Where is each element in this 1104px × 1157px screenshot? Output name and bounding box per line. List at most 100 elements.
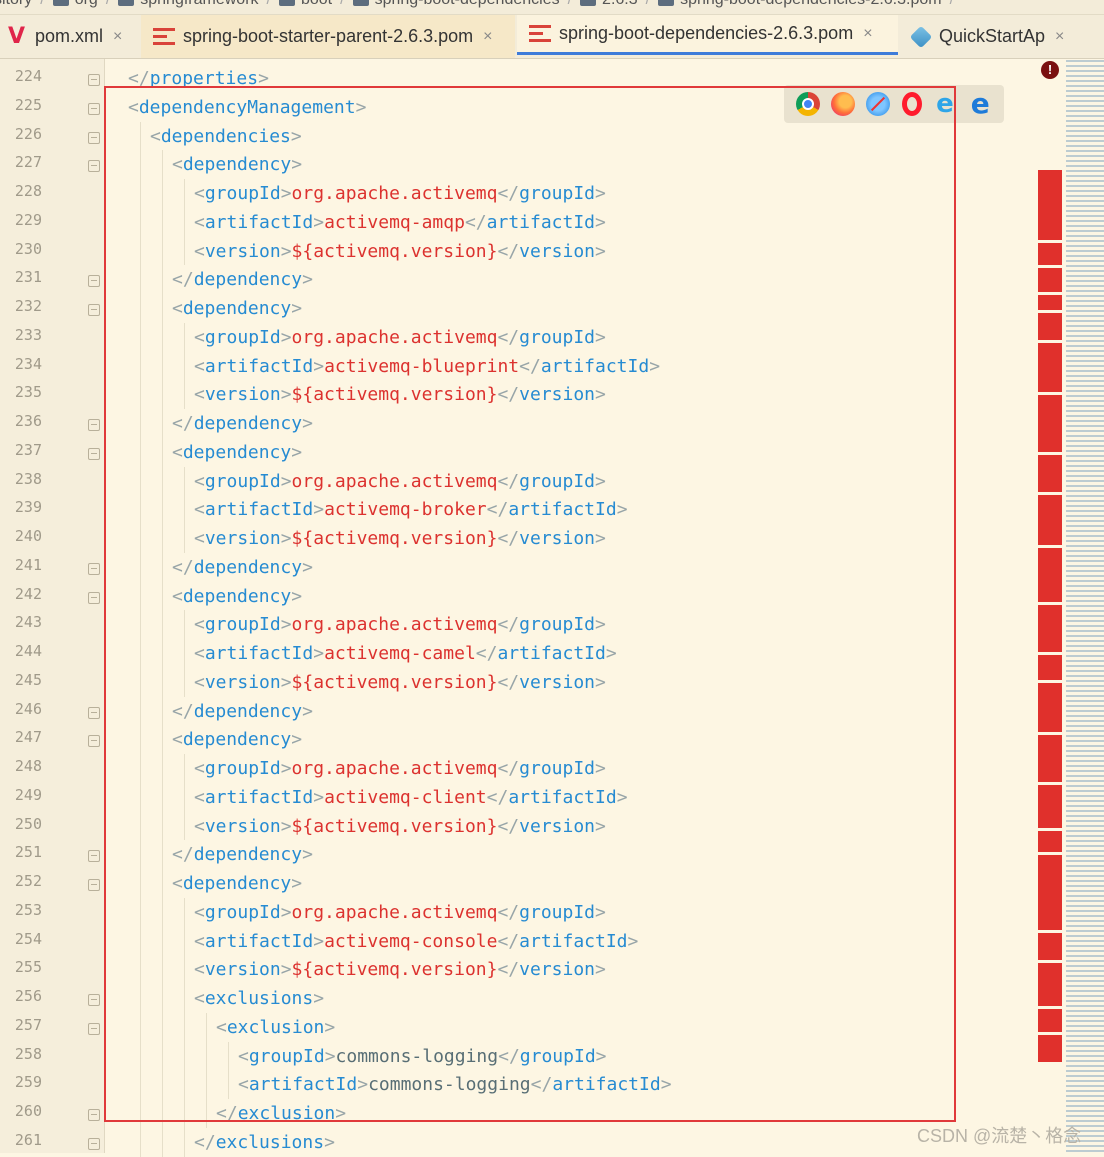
breadcrumb-item[interactable]: boot/ — [278, 0, 345, 8]
fold-icon[interactable] — [88, 275, 100, 288]
tab-label: spring-boot-starter-parent-2.6.3.pom — [183, 26, 474, 46]
line-number: 244 — [14, 642, 42, 660]
code-line: </dependency> — [172, 700, 313, 722]
line-number: 243 — [14, 613, 42, 632]
code-line: </exclusion> — [216, 1103, 347, 1124]
tab-quickstartap[interactable]: QuickStartAp × — [901, 15, 1104, 58]
safari-icon[interactable] — [866, 92, 891, 116]
fold-icon[interactable] — [88, 1022, 100, 1035]
line-number: 256 — [14, 987, 42, 1005]
breadcrumb-label: spring-boot-dependencies-2.6.3.pom — [680, 0, 942, 8]
line-number: 248 — [14, 757, 42, 775]
close-tab-icon[interactable]: × — [113, 28, 122, 46]
breadcrumb-label: boot — [301, 0, 332, 8]
line-number: 235 — [14, 383, 42, 402]
code-line: <version>${activemq.version}</version> — [194, 671, 606, 693]
fold-icon[interactable] — [88, 1137, 100, 1150]
fold-icon[interactable] — [88, 419, 100, 431]
line-number: 259 — [14, 1073, 42, 1092]
fold-icon[interactable] — [88, 591, 100, 604]
line-number: 230 — [14, 239, 42, 258]
close-tab-icon[interactable]: × — [863, 25, 872, 43]
firefox-icon[interactable] — [830, 92, 855, 116]
code-line: </dependency> — [172, 269, 313, 291]
fold-icon[interactable] — [88, 994, 100, 1006]
open-in-browser-bar: e e — [784, 85, 1004, 123]
error-stripe[interactable] — [1038, 170, 1062, 1062]
fold-icon[interactable] — [88, 102, 100, 115]
ie-icon[interactable]: e — [933, 91, 957, 117]
code-line: <groupId>org.apache.activemq</groupId> — [194, 758, 606, 779]
error-marker-icon[interactable]: ! — [1041, 61, 1059, 79]
code-line: <dependency> — [172, 873, 303, 894]
breadcrumb-item[interactable]: spring-boot-dependencies-2.6.3.pom/ — [658, 0, 954, 8]
tab-spring-boot-dependencies[interactable]: spring-boot-dependencies-2.6.3.pom × — [517, 15, 898, 55]
vim-v-icon: V — [8, 24, 26, 49]
code-line: <exclusions> — [194, 988, 325, 1009]
code-editor[interactable]: </properties> <dependencyManagement> <depe… — [128, 59, 1028, 1157]
code-line: <artifactId>activemq-client</artifactId> — [194, 786, 628, 808]
fold-icon[interactable] — [88, 304, 100, 316]
line-number: 238 — [14, 469, 42, 488]
breadcrumb-label: sitory — [0, 0, 32, 8]
code-line: <dependency> — [172, 729, 303, 751]
line-number: 254 — [14, 929, 42, 948]
line-number: 229 — [14, 210, 42, 229]
breadcrumb-item[interactable]: org/ — [52, 0, 110, 8]
line-number: 253 — [14, 900, 42, 919]
code-line: </dependency> — [172, 844, 313, 866]
fold-icon[interactable] — [88, 1109, 100, 1121]
line-number: 249 — [14, 785, 42, 804]
watermark: CSDN @流楚丶格念 — [917, 1126, 1082, 1146]
fold-icon[interactable] — [88, 131, 100, 144]
folder-icon — [278, 0, 295, 6]
line-number: 252 — [14, 872, 42, 890]
fold-icon[interactable] — [88, 735, 100, 748]
line-number: 241 — [14, 555, 42, 574]
code-line: </dependency> — [172, 556, 313, 578]
tab-pom-xml[interactable]: V pom.xml × — [0, 15, 138, 58]
folder-icon — [52, 0, 69, 6]
breadcrumb-item[interactable]: springframework/ — [118, 0, 271, 8]
fold-icon[interactable] — [88, 74, 100, 86]
edge-icon[interactable]: e — [968, 90, 992, 118]
code-line: <dependency> — [172, 154, 303, 176]
maven-pom-icon — [153, 27, 175, 47]
breadcrumb-item[interactable]: sitory/ — [0, 0, 45, 8]
tab-spring-boot-starter-parent[interactable]: spring-boot-starter-parent-2.6.3.pom × — [141, 15, 515, 58]
close-tab-icon[interactable]: × — [483, 28, 492, 46]
code-line: <artifactId>commons-logging</artifactId> — [238, 1074, 672, 1096]
minimap[interactable] — [1066, 60, 1104, 1153]
breadcrumb-item[interactable]: 2.6.3/ — [580, 0, 650, 8]
opera-icon[interactable] — [901, 92, 922, 116]
folder-icon — [580, 0, 597, 6]
fold-icon[interactable] — [88, 562, 100, 575]
breadcrumb-label: org — [75, 0, 98, 8]
line-number: 226 — [14, 124, 42, 143]
line-number: 237 — [14, 440, 42, 459]
breadcrumb: sitory/org/springframework/boot/spring-b… — [0, 0, 1104, 15]
code-line: <dependency> — [172, 441, 303, 463]
code-line: <groupId>org.apache.activemq</groupId> — [194, 183, 606, 204]
maven-pom-icon — [529, 24, 551, 44]
code-line: <dependencies> — [150, 125, 302, 147]
code-line: </dependency> — [172, 413, 313, 434]
breadcrumb-item[interactable]: spring-boot-dependencies/ — [352, 0, 572, 8]
fold-icon[interactable] — [88, 850, 100, 863]
fold-icon[interactable] — [88, 447, 100, 460]
fold-icon[interactable] — [88, 706, 100, 719]
code-line: <version>${activemq.version}</version> — [194, 815, 606, 837]
fold-icon[interactable] — [88, 160, 100, 173]
fold-icon[interactable] — [88, 879, 100, 891]
code-line: <exclusion> — [216, 1016, 336, 1038]
chrome-icon[interactable] — [795, 92, 820, 116]
line-number: 251 — [14, 843, 42, 862]
code-line: <artifactId>activemq-amqp</artifactId> — [194, 211, 606, 233]
code-line: <artifactId>activemq-camel</artifactId> — [194, 643, 617, 664]
code-line: <version>${activemq.version}</version> — [194, 528, 606, 549]
code-line: <artifactId>activemq-blueprint</artifact… — [194, 355, 661, 377]
close-tab-icon[interactable]: × — [1055, 28, 1064, 46]
folder-icon — [352, 0, 369, 6]
tab-label: pom.xml — [35, 26, 104, 46]
code-line: <dependency> — [172, 585, 303, 607]
